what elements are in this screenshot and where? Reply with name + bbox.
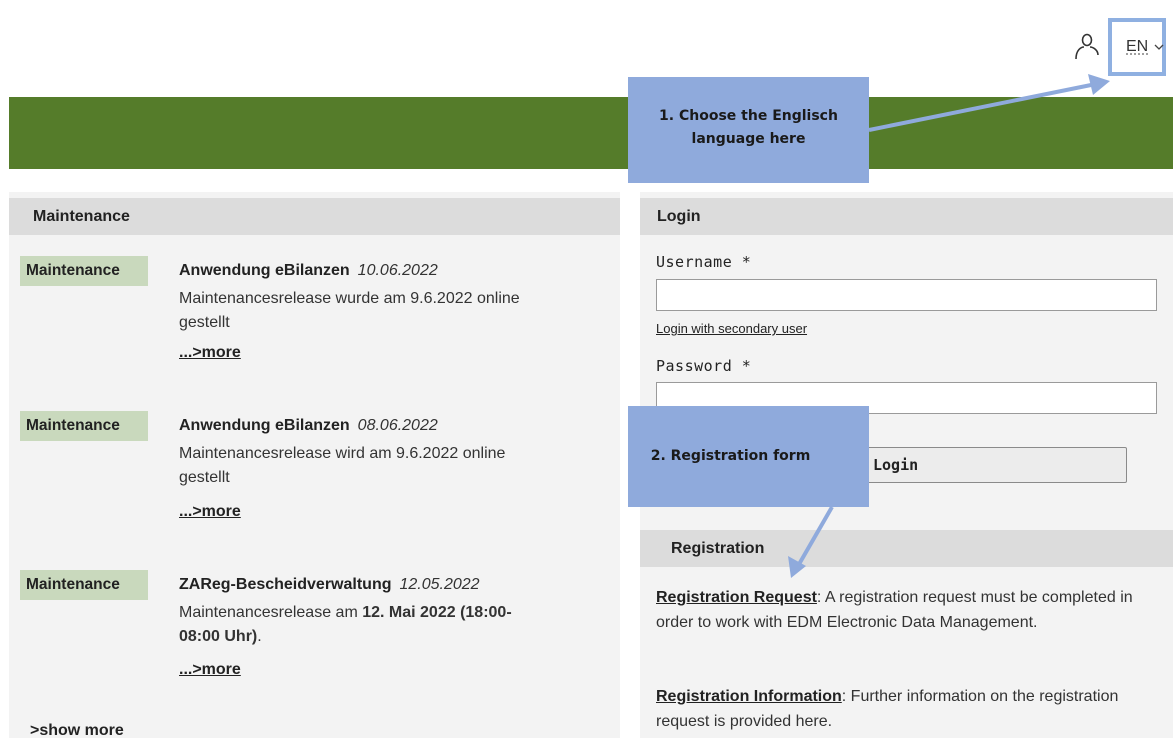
username-label: Username *	[656, 253, 752, 271]
maintenance-badge: Maintenance	[20, 411, 148, 441]
item-date: 10.06.2022	[357, 262, 438, 279]
registration-info-link[interactable]: Registration Information	[656, 688, 842, 705]
item-text-line: Maintenancesrelease wurde am 9.6.2022 on…	[179, 290, 520, 307]
callout-text: language here	[691, 131, 806, 147]
item-date: 08.06.2022	[357, 417, 438, 434]
maintenance-item-body: Maintenancesrelease wird am 9.6.2022 onl…	[179, 442, 599, 490]
registration-request-link[interactable]: Registration Request	[656, 589, 817, 606]
registration-header: Registration	[640, 530, 1173, 567]
item-text-line: gestellt	[179, 469, 230, 486]
login-title: Login	[657, 208, 701, 225]
registration-request-paragraph: Registration Request: A registration req…	[656, 585, 1156, 635]
more-link[interactable]: ...>more	[179, 344, 241, 362]
password-label: Password *	[656, 357, 752, 375]
registration-info-paragraph: Registration Information: Further inform…	[656, 684, 1156, 734]
secondary-user-link[interactable]: Login with secondary user	[656, 321, 807, 336]
maintenance-item-body: Maintenancesrelease am 12. Mai 2022 (18:…	[179, 601, 599, 649]
show-more-link[interactable]: >show more	[30, 722, 124, 740]
item-text-bold: 12. Mai 2022 (18:00-	[362, 604, 512, 621]
item-text-line: Maintenancesrelease wird am 9.6.2022 onl…	[179, 445, 506, 462]
callout-registration-form: 2. Registration form	[628, 406, 869, 507]
callout-text: 2. Registration form	[650, 448, 811, 464]
username-input[interactable]	[656, 279, 1157, 311]
header-banner	[9, 97, 1173, 169]
registration-title: Registration	[671, 540, 765, 557]
maintenance-badge: Maintenance	[20, 570, 148, 600]
item-date: 12.05.2022	[399, 576, 480, 593]
language-selector[interactable]: EN	[1126, 38, 1148, 56]
item-text-line: gestellt	[179, 314, 230, 331]
more-link[interactable]: ...>more	[179, 503, 241, 521]
maintenance-item-title: Anwendung eBilanzen 10.06.2022	[179, 262, 438, 280]
item-text-line: Maintenancesrelease am	[179, 604, 363, 621]
maintenance-header: Maintenance	[9, 198, 620, 235]
user-icon[interactable]	[1071, 30, 1103, 62]
item-text-bold: 08:00 Uhr)	[179, 628, 258, 645]
callout-choose-language: 1. Choose the Englisch language here	[628, 77, 869, 183]
callout-text: 1. Choose the Englisch	[659, 108, 838, 124]
item-app-name: ZAReg-Bescheidverwaltung	[179, 576, 392, 593]
maintenance-title: Maintenance	[33, 208, 130, 225]
item-app-name: Anwendung eBilanzen	[179, 417, 350, 434]
maintenance-badge: Maintenance	[20, 256, 148, 286]
item-app-name: Anwendung eBilanzen	[179, 262, 350, 279]
chevron-down-icon[interactable]	[1153, 41, 1165, 53]
maintenance-item-title: Anwendung eBilanzen 08.06.2022	[179, 417, 438, 435]
maintenance-item-body: Maintenancesrelease wurde am 9.6.2022 on…	[179, 287, 599, 335]
login-header: Login	[640, 198, 1173, 235]
item-text-line: .	[257, 628, 262, 645]
maintenance-item-title: ZAReg-Bescheidverwaltung 12.05.2022	[179, 576, 480, 594]
more-link[interactable]: ...>more	[179, 661, 241, 679]
